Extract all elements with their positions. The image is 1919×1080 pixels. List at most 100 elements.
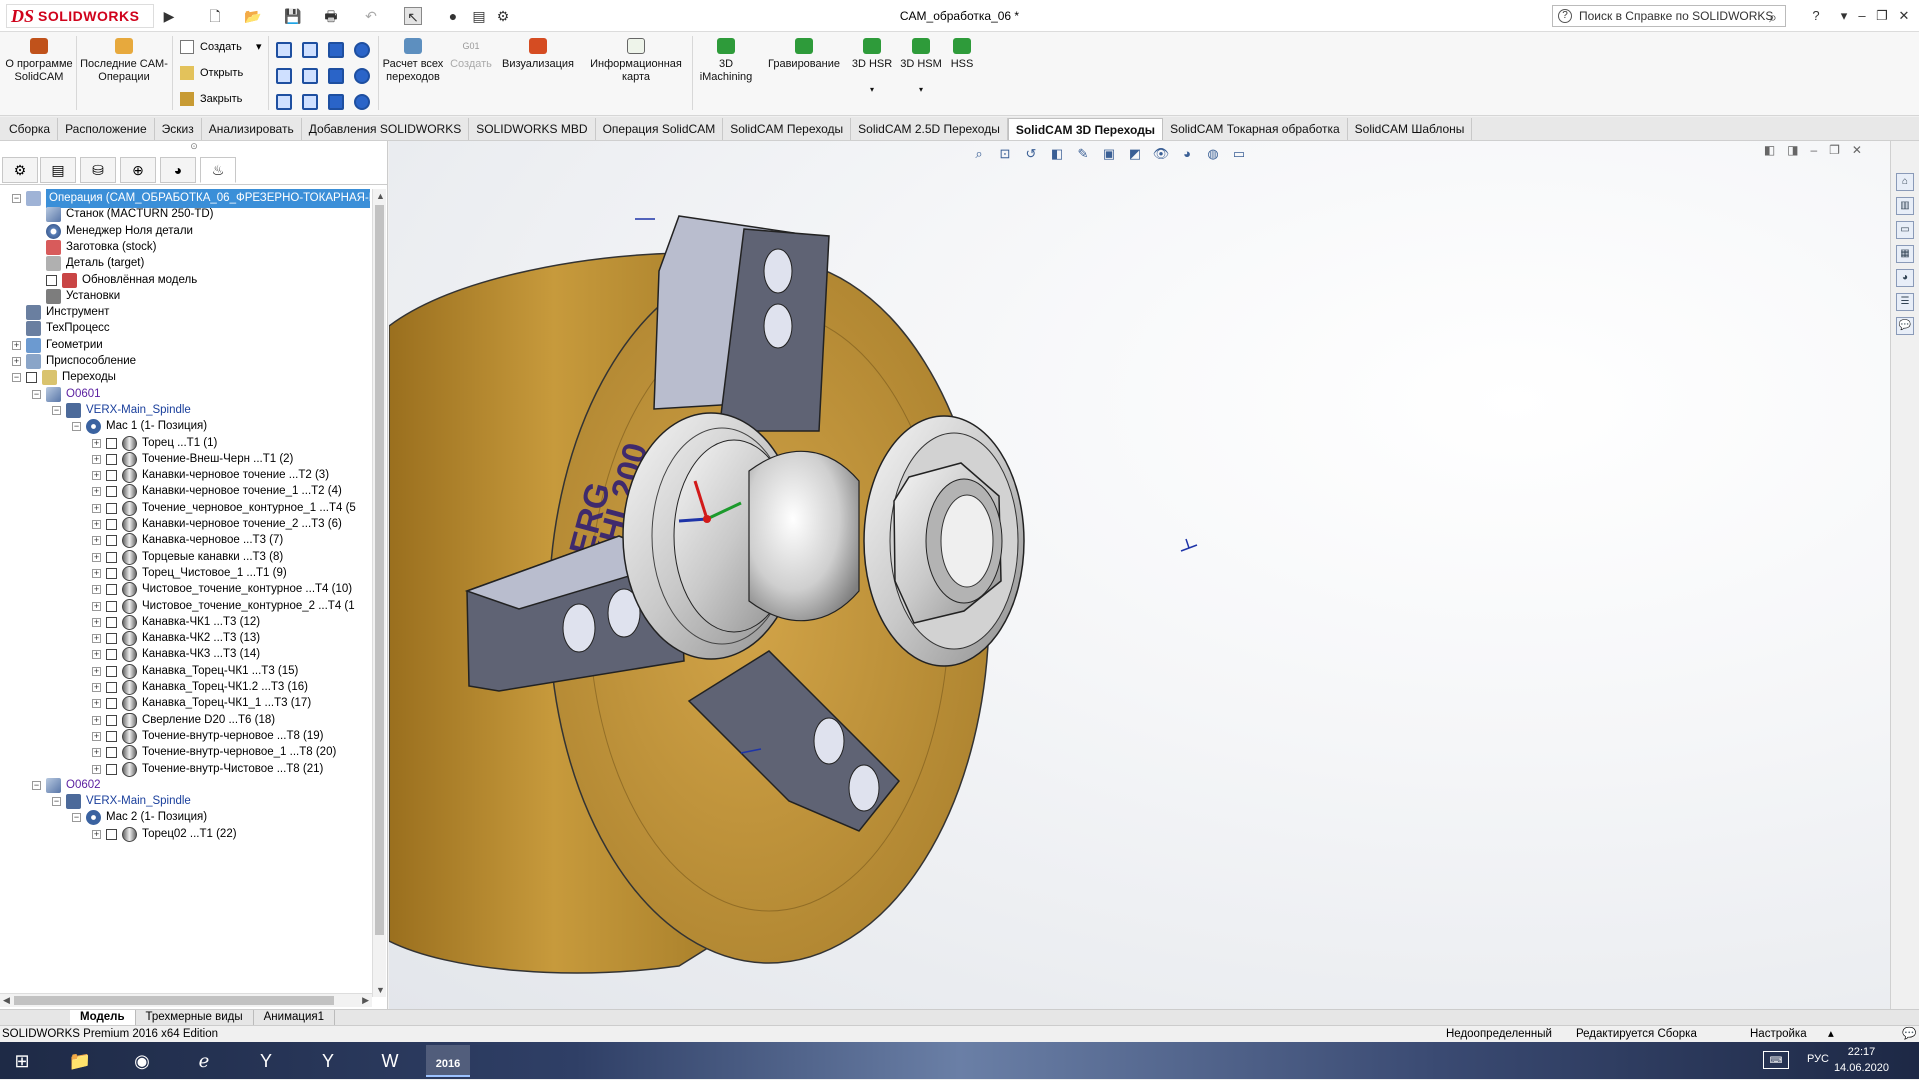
units-dropdown-icon[interactable]: ▴ — [1828, 1026, 1834, 1042]
language-indicator[interactable]: РУС — [1807, 1053, 1829, 1065]
taskbar-clock[interactable]: 22:17 14.06.2020 — [1834, 1044, 1889, 1076]
expand-icon[interactable]: + — [92, 503, 101, 513]
suppress-checkbox[interactable] — [106, 584, 117, 596]
custom-properties-icon[interactable]: ☰ — [1896, 293, 1914, 311]
open-button[interactable]: Открыть — [176, 64, 266, 82]
tab-2[interactable]: Эскиз — [155, 118, 202, 140]
expand-icon[interactable]: + — [92, 650, 101, 660]
suppress-checkbox[interactable] — [106, 649, 117, 661]
scroll-right-icon[interactable]: ▶ — [362, 995, 369, 1006]
help-question-icon[interactable]: ? — [1806, 6, 1826, 26]
yandex-taskbar-icon[interactable]: Y — [244, 1045, 288, 1077]
expand-icon[interactable]: + — [92, 471, 101, 481]
feature-tree-tab-icon[interactable]: ⚙ — [2, 157, 38, 183]
internet-explorer-taskbar-icon[interactable]: ℯ — [182, 1045, 226, 1077]
suppress-checkbox[interactable] — [106, 470, 117, 482]
about-solidcam-button[interactable]: О программе SolidCAM — [4, 38, 74, 84]
tree-item[interactable]: + Торец02 ...T1 (22) — [0, 825, 370, 844]
tree-hscroll-thumb[interactable] — [14, 996, 334, 1005]
tree-horizontal-scrollbar[interactable]: ◀ ▶ — [0, 993, 372, 1007]
expand-icon[interactable]: + — [92, 601, 101, 611]
windows-start-icon[interactable]: ⊞ — [0, 1045, 44, 1077]
tab-5[interactable]: SOLIDWORKS MBD — [469, 118, 596, 140]
operation-grid-icon-1[interactable] — [276, 42, 292, 58]
minimize-icon[interactable]: – — [1852, 6, 1872, 26]
gcode-create-button[interactable]: G01 Создать — [448, 38, 494, 71]
tree-vertical-scrollbar[interactable]: ▲ ▼ — [372, 189, 386, 997]
hsr-dropdown-icon[interactable]: ▾ — [850, 83, 894, 96]
collapse-icon[interactable]: − — [12, 194, 21, 203]
file-explorer-taskbar-icon[interactable]: 📁 — [58, 1045, 102, 1077]
suppress-checkbox[interactable] — [106, 698, 117, 710]
scroll-left-icon[interactable]: ◀ — [3, 995, 10, 1006]
expand-icon[interactable]: + — [92, 764, 101, 774]
expand-icon[interactable]: + — [92, 536, 101, 546]
suppress-checkbox[interactable] — [106, 502, 117, 514]
yandex-browser-taskbar-icon[interactable]: Y — [306, 1045, 350, 1077]
dimxpert-tab-icon[interactable]: ⊕ — [120, 157, 156, 183]
collapse-icon[interactable]: − — [12, 373, 21, 383]
suppress-checkbox[interactable] — [106, 747, 117, 759]
tab-1[interactable]: Расположение — [58, 118, 155, 140]
tab-8[interactable]: SolidCAM 2.5D Переходы — [851, 118, 1008, 140]
status-units-settings[interactable]: Настройка — [1750, 1026, 1807, 1042]
suppress-checkbox[interactable] — [106, 453, 117, 465]
design-library-icon[interactable]: ▥ — [1896, 197, 1914, 215]
imachining-3d-button[interactable]: 3D iMachining — [696, 38, 756, 84]
operation-grid-icon-9[interactable] — [276, 94, 292, 110]
user-dropdown-icon[interactable]: ▾ — [1834, 6, 1854, 26]
forum-icon[interactable]: 💬 — [1896, 317, 1914, 335]
tab-9[interactable]: SolidCAM 3D Переходы — [1007, 118, 1164, 140]
operation-grid-icon-6[interactable] — [302, 68, 318, 84]
expand-icon[interactable]: + — [92, 699, 101, 709]
operation-grid-icon-5[interactable] — [276, 68, 292, 84]
solidworks-resources-icon[interactable]: ⌂ — [1896, 173, 1914, 191]
suppress-checkbox[interactable] — [106, 714, 117, 726]
collapse-icon[interactable]: − — [52, 797, 61, 807]
tab-3[interactable]: Анализировать — [202, 118, 302, 140]
expand-icon[interactable]: + — [92, 666, 101, 676]
operation-grid-icon-12[interactable] — [354, 94, 370, 110]
suppress-checkbox[interactable] — [106, 828, 117, 840]
expand-icon[interactable]: + — [92, 748, 101, 758]
suppress-checkbox[interactable] — [26, 372, 37, 384]
suppress-checkbox[interactable] — [106, 437, 117, 449]
expand-icon[interactable]: + — [92, 585, 101, 595]
tab-10[interactable]: SolidCAM Токарная обработка — [1163, 118, 1348, 140]
expand-icon[interactable]: + — [92, 829, 101, 839]
bottom-tab-1[interactable]: Трехмерные виды — [136, 1010, 254, 1026]
suppress-checkbox[interactable] — [106, 665, 117, 677]
tree-scroll-thumb[interactable] — [375, 205, 384, 935]
solidworks-taskbar-icon[interactable]: 2016 — [426, 1045, 470, 1077]
solidcam-manager-tab-icon[interactable]: ♨ — [200, 157, 236, 183]
3d-model-view[interactable]: BERG KHL200 — [389, 141, 1890, 1009]
bottom-tab-2[interactable]: Анимация1 — [254, 1010, 336, 1026]
operation-grid-icon-10[interactable] — [302, 94, 318, 110]
suppress-checkbox[interactable] — [106, 763, 117, 775]
collapse-icon[interactable]: − — [72, 813, 81, 823]
configuration-tab-icon[interactable]: ⛁ — [80, 157, 116, 183]
tab-11[interactable]: SolidCAM Шаблоны — [1348, 118, 1473, 140]
search-icon[interactable]: ⌕ — [1769, 7, 1777, 27]
scroll-up-icon[interactable]: ▲ — [376, 191, 385, 201]
collapse-icon[interactable]: − — [32, 780, 41, 790]
operation-grid-icon-3[interactable] — [328, 42, 344, 58]
appearances-icon[interactable]: ◕ — [1896, 269, 1914, 287]
suppress-checkbox[interactable] — [106, 535, 117, 547]
comments-icon[interactable]: 💬 — [1902, 1026, 1916, 1042]
scroll-down-icon[interactable]: ▼ — [376, 985, 385, 995]
expand-icon[interactable]: + — [92, 634, 101, 644]
visualization-button[interactable]: Визуализация — [498, 38, 578, 71]
suppress-checkbox[interactable] — [106, 682, 117, 693]
expand-icon[interactable]: + — [92, 520, 101, 529]
expand-icon[interactable]: + — [12, 340, 21, 350]
expand-icon[interactable]: + — [92, 731, 101, 741]
operation-grid-icon-2[interactable] — [302, 42, 318, 58]
expand-icon[interactable]: + — [92, 552, 101, 562]
operation-grid-icon-8[interactable] — [354, 68, 370, 84]
collapse-icon[interactable]: − — [52, 405, 61, 415]
expand-icon[interactable]: + — [92, 487, 101, 497]
hsm-3d-button[interactable]: 3D HSM ▾ — [898, 38, 944, 96]
create-button[interactable]: Создать ▾ — [176, 38, 266, 56]
panel-grip[interactable]: ⊙ — [0, 141, 388, 155]
